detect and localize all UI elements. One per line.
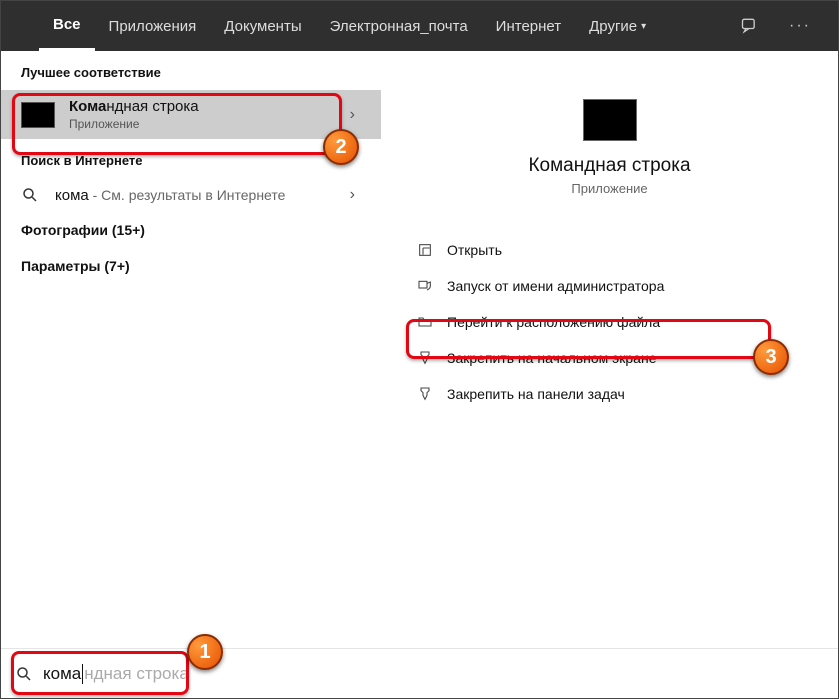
tab-label: Другие [589, 18, 637, 35]
tab-label: Приложения [109, 18, 197, 35]
web-result-text: кома - См. результаты в Интернете [55, 187, 344, 204]
action-open-location[interactable]: Перейти к расположению файла [411, 304, 808, 340]
pin-taskbar-icon [417, 386, 447, 402]
tab-label: Интернет [496, 18, 561, 35]
tab-label: Электронная_почта [330, 18, 468, 35]
web-search-result[interactable]: кома - См. результаты в Интернете › [1, 178, 381, 212]
cmd-prompt-icon [21, 102, 55, 128]
preview-title: Командная строка [411, 155, 808, 177]
action-run-as-admin[interactable]: Запуск от имени администратора [411, 268, 808, 304]
tab-label: Все [53, 16, 81, 33]
search-suggestion-text: ндная строка [84, 664, 189, 684]
action-label: Перейти к расположению файла [447, 314, 660, 330]
result-title: Командная строка [69, 98, 344, 115]
action-label: Закрепить на панели задач [447, 386, 625, 402]
search-icon [21, 186, 55, 204]
action-label: Открыть [447, 242, 502, 258]
result-subtitle: Приложение [69, 117, 344, 131]
chevron-right-icon[interactable]: › [344, 186, 361, 204]
action-pin-start[interactable]: Закрепить на начальном экране [411, 340, 808, 376]
chevron-right-icon[interactable]: › [344, 106, 361, 124]
more-options-icon[interactable]: ··· [780, 17, 820, 35]
preview-panel: Командная строка Приложение Открыть Запу… [381, 51, 838, 649]
search-icon [15, 665, 33, 683]
tab-all[interactable]: Все [39, 1, 95, 51]
best-match-header: Лучшее соответствие [1, 51, 381, 90]
tab-documents[interactable]: Документы [210, 1, 315, 51]
tab-internet[interactable]: Интернет [482, 1, 575, 51]
preview-subtitle: Приложение [411, 181, 808, 196]
feedback-icon[interactable] [740, 16, 780, 36]
tab-label: Документы [224, 18, 301, 35]
search-typed-text: кома [43, 664, 81, 684]
shield-admin-icon [417, 278, 447, 294]
action-label: Запуск от имени администратора [447, 278, 664, 294]
action-pin-taskbar[interactable]: Закрепить на панели задач [411, 376, 808, 412]
preview-app-icon [583, 99, 637, 141]
chevron-down-icon: ▾ [641, 21, 646, 32]
action-label: Закрепить на начальном экране [447, 350, 657, 366]
action-open[interactable]: Открыть [411, 232, 808, 268]
results-panel: Лучшее соответствие Командная строка При… [1, 51, 381, 649]
settings-category[interactable]: Параметры (7+) [1, 248, 381, 284]
tab-other[interactable]: Другие ▾ [575, 1, 660, 51]
photos-category[interactable]: Фотографии (15+) [1, 212, 381, 248]
search-tabs: Все Приложения Документы Электронная_поч… [1, 1, 838, 51]
web-search-header: Поиск в Интернете [1, 139, 381, 178]
folder-location-icon [417, 314, 447, 330]
tab-apps[interactable]: Приложения [95, 1, 211, 51]
open-icon [417, 242, 447, 258]
best-match-result[interactable]: Командная строка Приложение › [1, 90, 381, 139]
pin-start-icon [417, 350, 447, 366]
text-caret [82, 664, 83, 684]
tab-email[interactable]: Электронная_почта [316, 1, 482, 51]
search-input[interactable]: командная строка [1, 648, 838, 698]
